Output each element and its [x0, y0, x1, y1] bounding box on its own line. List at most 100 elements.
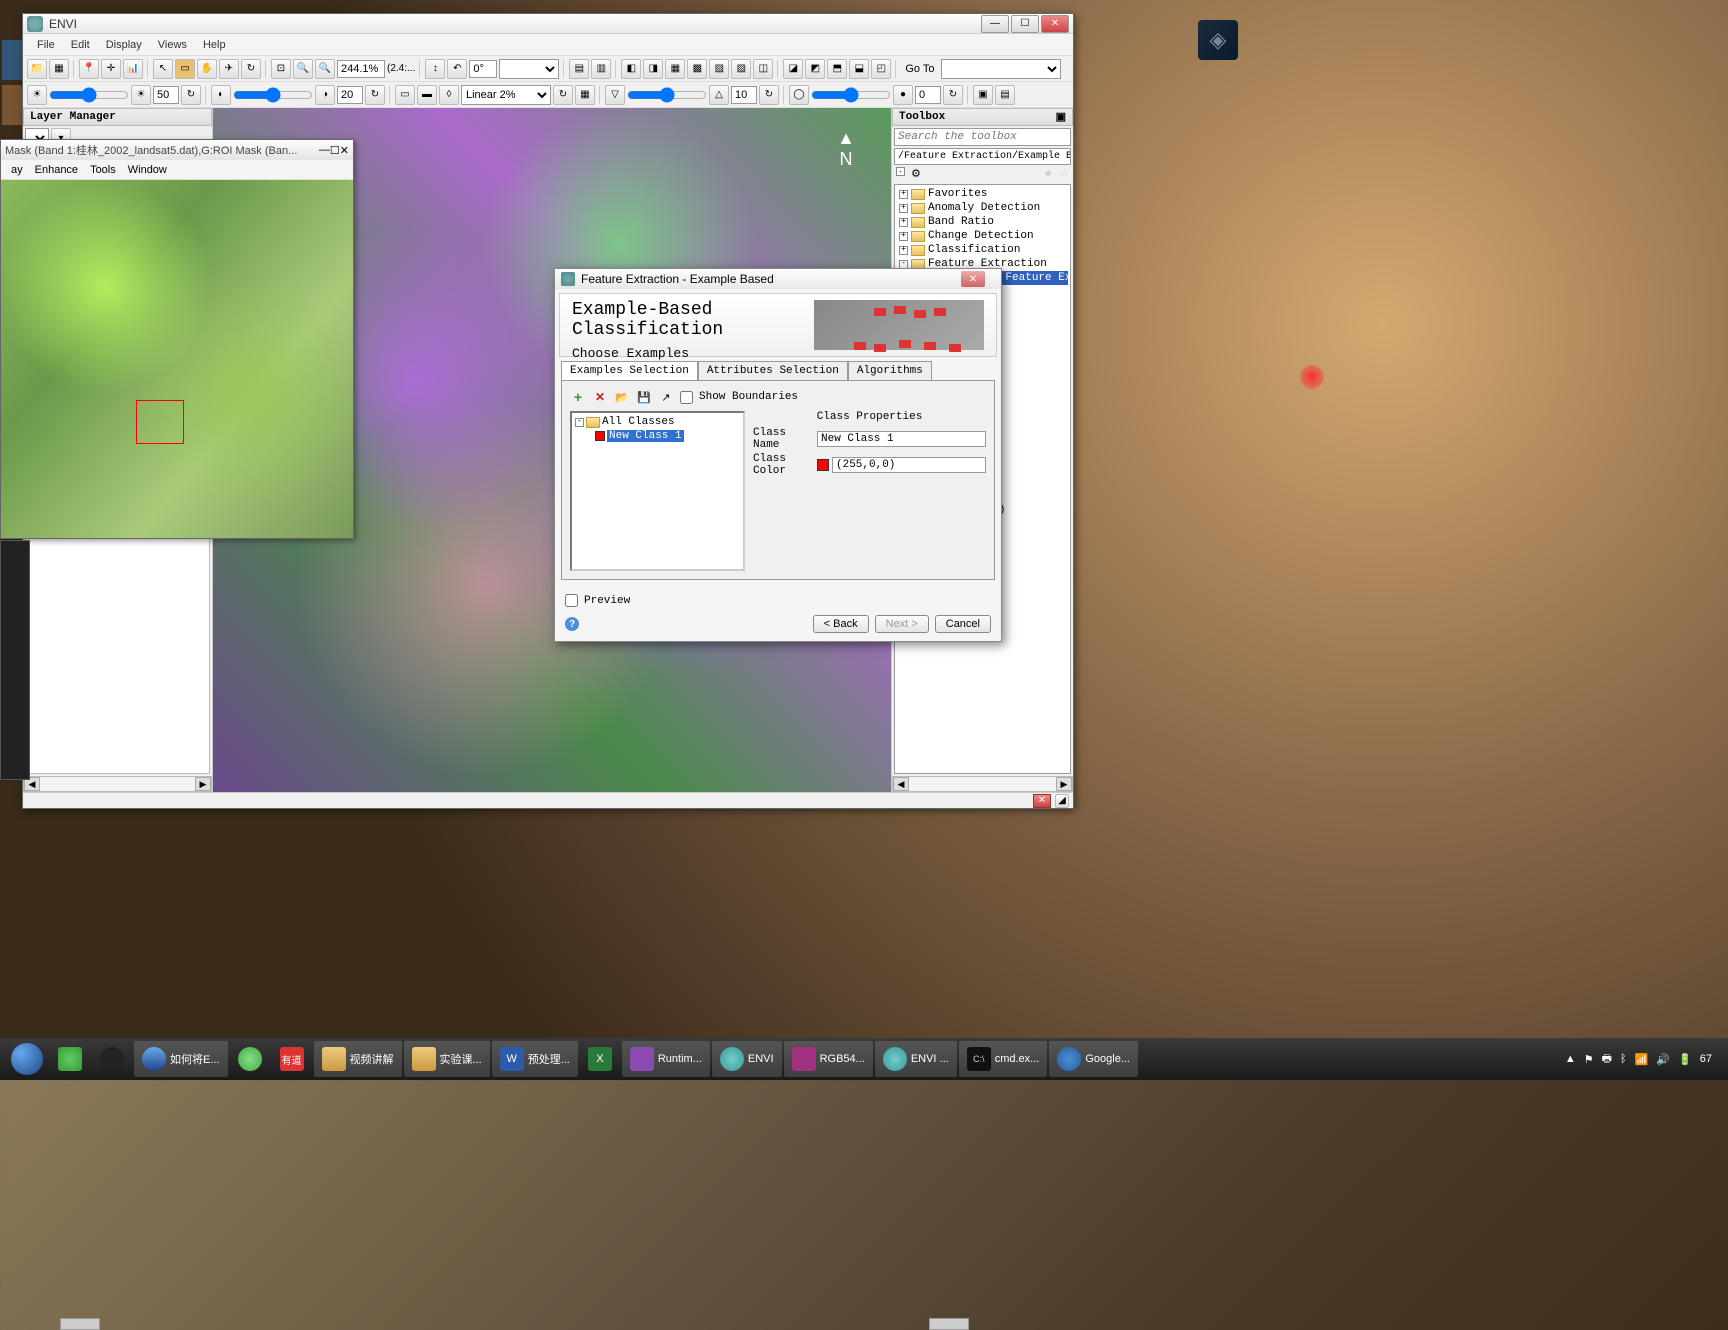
zoom-in-icon[interactable]: 🔍	[315, 59, 335, 79]
sharpen-input[interactable]	[731, 86, 757, 104]
stretch-c-icon[interactable]: ◊	[439, 85, 459, 105]
next-button[interactable]: Next >	[875, 615, 929, 633]
zoom-box[interactable]	[136, 400, 184, 444]
dialog-close-button[interactable]: ✕	[961, 271, 985, 287]
tree-favorites[interactable]: +Favorites	[897, 187, 1068, 201]
close-button[interactable]: ✕	[1041, 15, 1069, 33]
maximize-button[interactable]: ☐	[1011, 15, 1039, 33]
star2-icon[interactable]: ☆	[1059, 167, 1069, 180]
crosshair-icon[interactable]: ✛	[101, 59, 121, 79]
refresh4-icon[interactable]: ↻	[759, 85, 779, 105]
fly-icon[interactable]: ✈	[219, 59, 239, 79]
contrast-down-icon[interactable]: ◐	[211, 85, 231, 105]
taskbar-item[interactable]: Runtim...	[622, 1041, 710, 1077]
export-class-icon[interactable]: ↗	[658, 389, 674, 405]
open-icon[interactable]: 📁	[27, 59, 47, 79]
secondary-viewport[interactable]	[1, 180, 353, 538]
trans-up-icon[interactable]: ●	[893, 85, 913, 105]
tool-n-icon[interactable]: ◰	[871, 59, 891, 79]
zoom-out-icon[interactable]: 🔍	[293, 59, 313, 79]
main-titlebar[interactable]: ENVI — ☐ ✕	[23, 14, 1073, 34]
desktop-icon[interactable]	[2, 40, 22, 80]
tab-examples-selection[interactable]: Examples Selection	[561, 361, 698, 380]
tool-g-icon[interactable]: ▨	[709, 59, 729, 79]
tray-flag-icon[interactable]: ⚑	[1584, 1053, 1594, 1066]
tool-k-icon[interactable]: ◩	[805, 59, 825, 79]
sec-menu-enhance[interactable]: Enhance	[29, 162, 84, 178]
sec-close-button[interactable]: ✕	[340, 144, 349, 157]
taskbar-google[interactable]: Google...	[1049, 1041, 1138, 1077]
taskbar-envi[interactable]: ENVI	[712, 1041, 782, 1077]
help-icon[interactable]: ?	[565, 617, 579, 631]
tree-new-class-1[interactable]: New Class 1	[594, 429, 741, 443]
menu-help[interactable]: Help	[195, 37, 234, 53]
trans-down-icon[interactable]: ◯	[789, 85, 809, 105]
stretch-b-icon[interactable]: ▬	[417, 85, 437, 105]
contrast-input[interactable]	[337, 86, 363, 104]
tray-printer-icon[interactable]: 🖶	[1602, 1050, 1612, 1069]
extra-a-icon[interactable]: ▣	[973, 85, 993, 105]
tray-volume-icon[interactable]: 🔊	[1656, 1053, 1670, 1066]
brightness-down-icon[interactable]: ☀	[27, 85, 47, 105]
taskbar-item[interactable]: 如何将E...	[134, 1041, 228, 1077]
taskbar-clover[interactable]	[50, 1041, 90, 1077]
rotate-input[interactable]	[469, 60, 497, 78]
reset-rotate-icon[interactable]: ↕	[425, 59, 445, 79]
tool-f-icon[interactable]: ▩	[687, 59, 707, 79]
tool-e-icon[interactable]: ▦	[665, 59, 685, 79]
tray-bluetooth-icon[interactable]: ᛒ	[1620, 1053, 1627, 1065]
refresh3-icon[interactable]: ↻	[553, 85, 573, 105]
stretch-select[interactable]: Linear 2%	[461, 85, 551, 105]
brightness-slider[interactable]	[49, 87, 129, 103]
open-class-icon[interactable]: 📂	[614, 389, 630, 405]
tree-tool-icon[interactable]: ⚙	[911, 167, 921, 180]
desktop-icon[interactable]	[2, 85, 22, 125]
histogram-icon[interactable]: 📊	[123, 59, 143, 79]
thumbnail-panel[interactable]	[0, 540, 30, 780]
class-color-input[interactable]	[832, 457, 986, 473]
trans-slider[interactable]	[811, 87, 891, 103]
tool-h-icon[interactable]: ▧	[731, 59, 751, 79]
layer-hscroll[interactable]: ◀▶	[23, 776, 212, 792]
stretch-apply-icon[interactable]: ▦	[575, 85, 595, 105]
tray-network-icon[interactable]: 📶	[1635, 1053, 1649, 1066]
tree-bandratio[interactable]: +Band Ratio	[897, 215, 1068, 229]
star-icon[interactable]: ★	[1043, 167, 1053, 180]
rotate-ccw-icon[interactable]: ↶	[447, 59, 467, 79]
pin-icon[interactable]: 📍	[79, 59, 99, 79]
delete-class-icon[interactable]: ✕	[592, 389, 608, 405]
sharpen-up-icon[interactable]: △	[709, 85, 729, 105]
contrast-up-icon[interactable]: ◑	[315, 85, 335, 105]
tool-d-icon[interactable]: ◨	[643, 59, 663, 79]
taskbar-youdao[interactable]: 有道	[272, 1041, 312, 1077]
taskbar-item[interactable]: 实验课...	[404, 1041, 490, 1077]
toolbox-search-input[interactable]	[894, 128, 1071, 146]
taskbar-cmd[interactable]: C:\cmd.ex...	[959, 1041, 1048, 1077]
tool-c-icon[interactable]: ◧	[621, 59, 641, 79]
tree-all-classes[interactable]: - All Classes	[574, 415, 741, 429]
status-resize-icon[interactable]: ◢	[1055, 794, 1069, 808]
tree-classification[interactable]: +Classification	[897, 243, 1068, 257]
tree-collapse-icon[interactable]: -	[896, 167, 905, 176]
desktop-cube-icon[interactable]: ◈	[1198, 20, 1238, 60]
data-manager-icon[interactable]: ▦	[49, 59, 69, 79]
sec-minimize-button[interactable]: —	[319, 144, 330, 156]
cancel-button[interactable]: Cancel	[935, 615, 991, 633]
taskbar-word[interactable]: W预处理...	[492, 1041, 578, 1077]
taskbar-qq[interactable]	[92, 1041, 132, 1077]
sharpen-down-icon[interactable]: ▽	[605, 85, 625, 105]
sec-menu-tools[interactable]: Tools	[84, 162, 122, 178]
refresh2-icon[interactable]: ↻	[365, 85, 385, 105]
rotate-select[interactable]	[499, 59, 559, 79]
zoom-pct-input[interactable]	[337, 60, 385, 78]
pointer-icon[interactable]: ↖	[153, 59, 173, 79]
zoom-fit-icon[interactable]: ⊡	[271, 59, 291, 79]
tool-b-icon[interactable]: ▥	[591, 59, 611, 79]
stretch-a-icon[interactable]: ▭	[395, 85, 415, 105]
taskbar-excel[interactable]: X	[580, 1041, 620, 1077]
sec-menu-overlay[interactable]: ay	[5, 162, 29, 178]
rotate-icon[interactable]: ↻	[241, 59, 261, 79]
taskbar-item[interactable]: RGB54...	[784, 1041, 873, 1077]
start-button[interactable]	[6, 1041, 48, 1077]
classes-tree[interactable]: - All Classes New Class 1	[570, 411, 745, 571]
